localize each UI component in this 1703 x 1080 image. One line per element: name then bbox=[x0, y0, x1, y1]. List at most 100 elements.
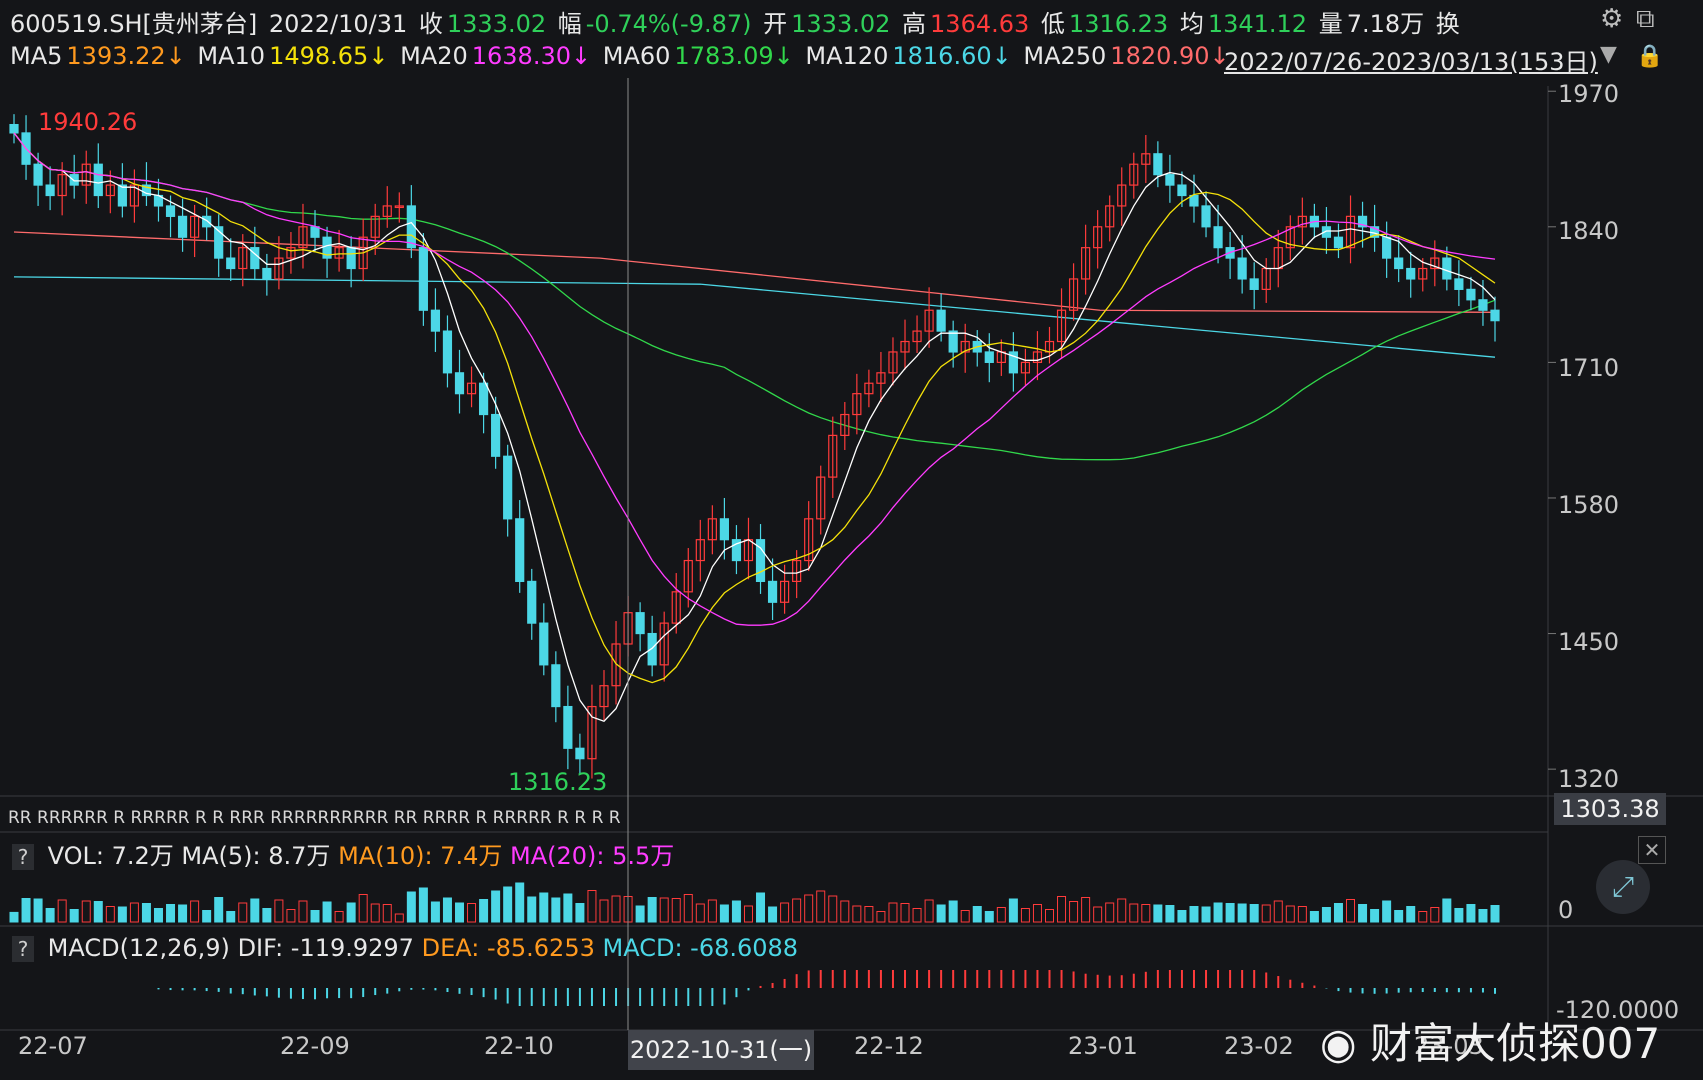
volume-bar bbox=[153, 908, 163, 923]
vol-ma5: MA(5): 8.7万 bbox=[181, 842, 331, 870]
volume-bar bbox=[117, 906, 127, 923]
help-icon[interactable]: ? bbox=[12, 936, 34, 962]
volume-bar bbox=[1020, 908, 1030, 923]
price-tick: 1580 bbox=[1558, 491, 1620, 519]
volume-bar bbox=[804, 894, 814, 923]
volume-bar bbox=[1418, 911, 1428, 923]
ma120-line bbox=[13, 276, 1496, 358]
volume-bar bbox=[888, 902, 898, 923]
volume-bar bbox=[1189, 906, 1199, 923]
volume-bar bbox=[1081, 897, 1091, 923]
volume-bar bbox=[45, 908, 55, 923]
volume-bar bbox=[996, 907, 1006, 923]
macd-value: MACD: -68.6088 bbox=[602, 934, 799, 962]
volume-bar bbox=[1249, 904, 1259, 923]
volume-bar bbox=[166, 904, 176, 923]
volume-bar bbox=[1177, 910, 1187, 923]
kline-chart[interactable] bbox=[0, 0, 1703, 1080]
volume-bar bbox=[1225, 903, 1235, 923]
help-icon[interactable]: ? bbox=[12, 844, 34, 870]
volume-bar bbox=[912, 908, 922, 923]
candle-body bbox=[1406, 267, 1416, 280]
volume-bars bbox=[9, 882, 1500, 923]
volume-bar bbox=[1490, 905, 1500, 923]
candle-body bbox=[1177, 184, 1187, 197]
ma60-line bbox=[13, 132, 1496, 461]
low-marker: 1316.23 bbox=[508, 768, 608, 796]
candle-body bbox=[936, 309, 946, 332]
candle-body bbox=[430, 309, 441, 332]
price-tick: 1970 bbox=[1558, 80, 1620, 108]
candle-body bbox=[478, 382, 489, 416]
candle-body bbox=[165, 205, 176, 217]
candle-body bbox=[551, 664, 561, 708]
candle-body bbox=[454, 372, 465, 395]
volume-bar bbox=[792, 898, 802, 923]
volume-bar bbox=[515, 882, 525, 923]
candle-body bbox=[948, 330, 958, 353]
ma250-line bbox=[13, 231, 1496, 313]
price-tick: 1450 bbox=[1558, 628, 1620, 656]
x-tick: 22-09 bbox=[280, 1032, 350, 1060]
vol-ma10: MA(10): 7.4万 bbox=[338, 842, 503, 870]
candle-body bbox=[563, 705, 573, 749]
candle-body bbox=[575, 747, 585, 760]
candle-body bbox=[1466, 288, 1476, 301]
volume-bar bbox=[768, 906, 778, 923]
volume-bar bbox=[563, 893, 573, 923]
volume-bar bbox=[1069, 901, 1079, 923]
volume-bar bbox=[1382, 900, 1392, 923]
volume-bar bbox=[599, 899, 609, 923]
candle-body bbox=[418, 247, 428, 311]
close-icon[interactable]: ✕ bbox=[1638, 836, 1666, 864]
candle-body bbox=[310, 226, 320, 238]
volume-bar bbox=[1466, 904, 1476, 923]
volume-bar bbox=[840, 900, 850, 923]
volume-bar bbox=[406, 891, 416, 923]
volume-bar bbox=[900, 903, 910, 923]
candle-body bbox=[202, 215, 212, 228]
volume-bar bbox=[358, 894, 368, 923]
vol-ma20: MA(20): 5.5万 bbox=[510, 842, 675, 870]
volume-bar bbox=[575, 903, 585, 923]
volume-bar bbox=[1105, 902, 1115, 923]
volume-bar bbox=[1285, 905, 1295, 923]
volume-bar bbox=[828, 895, 838, 923]
x-tick: 22-10 bbox=[484, 1032, 554, 1060]
volume-bar bbox=[948, 900, 958, 923]
candle-body bbox=[262, 267, 272, 280]
ma60-line bbox=[13, 132, 1496, 461]
candle-body bbox=[1249, 278, 1259, 290]
candle-body bbox=[1454, 278, 1464, 290]
volume-bar bbox=[611, 895, 621, 923]
volume-bar bbox=[1165, 905, 1175, 923]
volume-bar bbox=[418, 887, 428, 923]
volume-bar bbox=[1153, 904, 1163, 923]
volume-bar bbox=[81, 900, 91, 923]
ma10-line bbox=[13, 132, 1496, 684]
macd-dif: DIF: -119.9297 bbox=[237, 934, 414, 962]
volume-bar bbox=[250, 898, 260, 923]
volume-bar bbox=[382, 904, 392, 923]
volume-bar bbox=[1093, 906, 1103, 923]
volume-bar bbox=[334, 911, 344, 923]
volume-bar bbox=[924, 899, 934, 923]
volume-bar bbox=[178, 904, 188, 923]
volume-bar bbox=[1261, 904, 1271, 923]
candle-body bbox=[1333, 236, 1344, 249]
x-tick: 23-01 bbox=[1068, 1032, 1138, 1060]
watermark-text: 财富大侦探007 bbox=[1370, 1019, 1661, 1068]
volume-bar bbox=[1370, 909, 1380, 923]
volume-bar bbox=[695, 903, 705, 923]
volume-bar bbox=[1478, 909, 1488, 923]
macd-dea: DEA: -85.6253 bbox=[421, 934, 595, 962]
expand-icon[interactable]: ⤢ bbox=[1596, 860, 1650, 914]
candle-body bbox=[503, 455, 513, 520]
volume-bar bbox=[310, 910, 320, 923]
volume-bar bbox=[105, 906, 115, 923]
volume-bar bbox=[551, 897, 561, 923]
candle-body bbox=[1382, 236, 1392, 259]
volume-bar bbox=[202, 910, 212, 923]
volume-bar bbox=[960, 910, 970, 923]
volume-bar bbox=[1358, 904, 1368, 923]
